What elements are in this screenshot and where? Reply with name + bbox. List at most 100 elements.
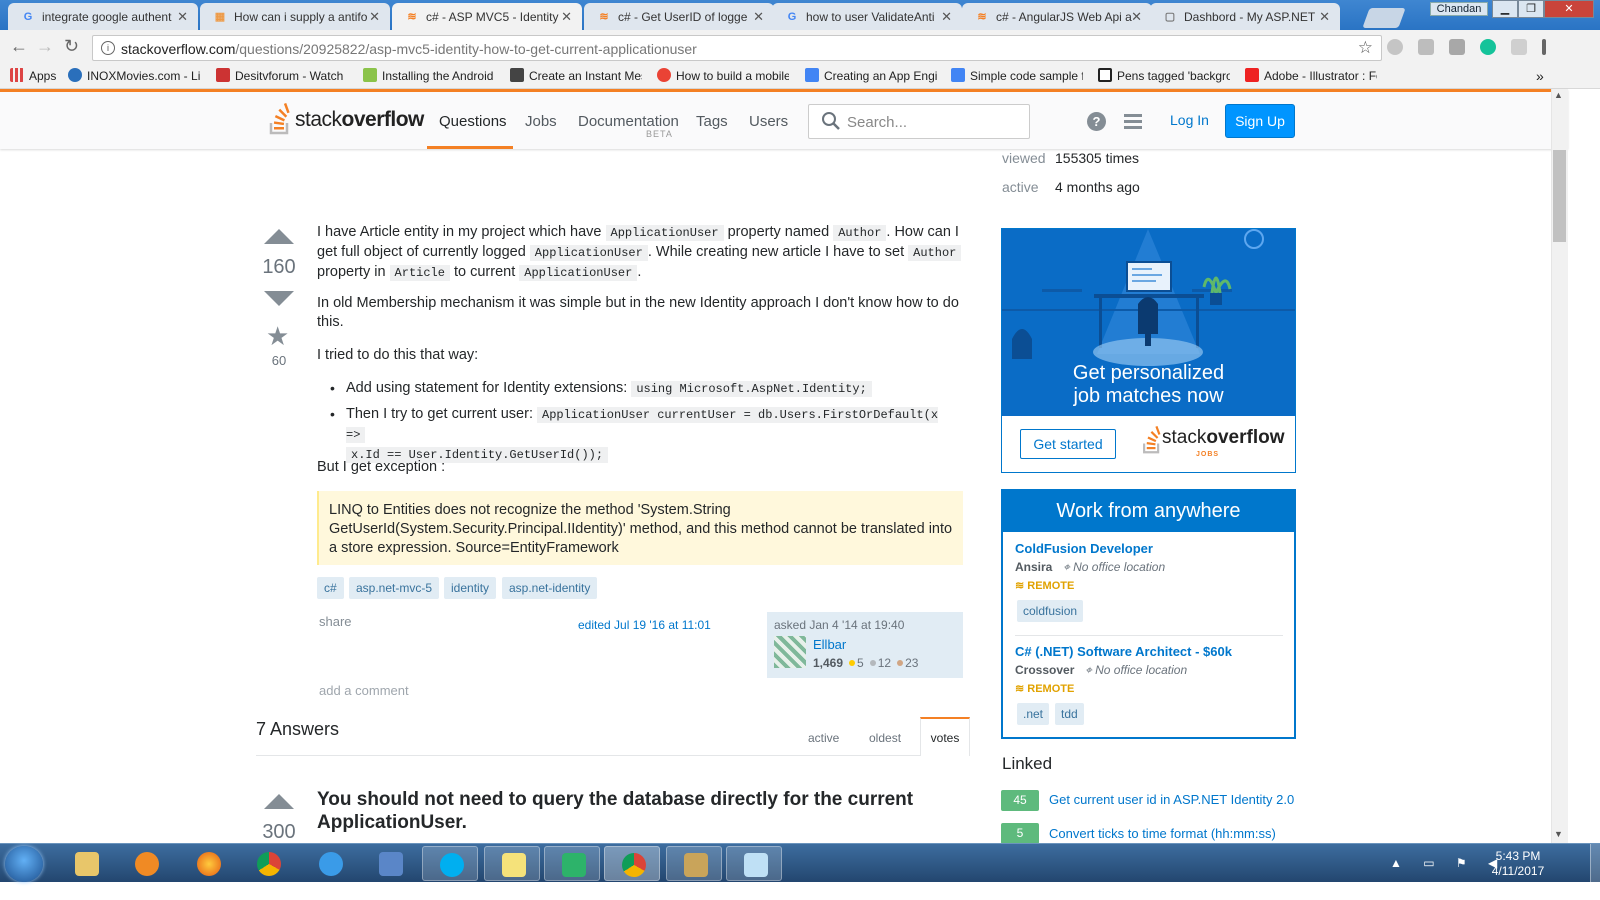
sort-tab-votes[interactable]: votes (920, 717, 970, 756)
profile-button[interactable]: Chandan (1430, 2, 1488, 16)
linked-question-link[interactable]: Get current user id in ASP.NET Identity … (1049, 792, 1294, 807)
site-info-icon[interactable]: i (101, 41, 115, 55)
downvote-icon[interactable] (264, 291, 294, 306)
avatar[interactable] (774, 636, 806, 668)
help-icon[interactable]: ? (1087, 112, 1106, 131)
taskbar-firefox[interactable] (180, 846, 236, 881)
extension-puzzle-icon[interactable] (1511, 39, 1527, 55)
taskbar-skype[interactable] (422, 846, 478, 881)
add-comment-link[interactable]: add a comment (319, 683, 409, 698)
bookmarks-overflow-icon[interactable]: » (1536, 68, 1544, 84)
nav-users[interactable]: Users (749, 113, 788, 130)
browser-tab[interactable]: ≋ c# - AngularJS Web Api a ✕ (962, 3, 1152, 30)
stackoverflow-logo-icon[interactable] (269, 103, 291, 135)
nav-jobs[interactable]: Jobs (525, 113, 557, 130)
upvote-icon[interactable] (264, 229, 294, 244)
linked-score[interactable]: 45 (1001, 790, 1039, 811)
job-title-link[interactable]: C# (.NET) Software Architect - $60k (1015, 644, 1232, 659)
browser-menu-icon[interactable] (1542, 39, 1546, 55)
bookmark-item[interactable]: Creating an App Engi (805, 68, 937, 83)
close-tab-icon[interactable]: ✕ (1131, 9, 1142, 25)
share-link[interactable]: share (319, 614, 352, 629)
taskbar-internet-explorer[interactable] (302, 846, 358, 881)
close-tab-icon[interactable]: ✕ (369, 9, 380, 25)
bookmark-star-icon[interactable]: ☆ (1358, 38, 1373, 58)
url-text[interactable]: stackoverflow.com/questions/20925822/asp… (121, 41, 697, 57)
bookmark-item[interactable]: Simple code sample fo (951, 68, 1083, 83)
browser-tab[interactable]: Gintegrate google authent ✕ (8, 3, 198, 30)
forward-icon[interactable]: → (36, 36, 54, 57)
reload-icon[interactable]: ↻ (64, 36, 79, 57)
scroll-up-icon[interactable]: ▲ (1554, 90, 1563, 100)
bookmark-item[interactable]: Adobe - Illustrator : Fo (1245, 68, 1377, 83)
nav-questions[interactable]: Questions (439, 113, 507, 130)
bookmark-item[interactable]: How to build a mobile (657, 68, 789, 83)
browser-tab[interactable]: ≋ c# - Get UserID of logge ✕ (584, 3, 774, 30)
job-tag[interactable]: .net (1017, 703, 1050, 725)
job-tag[interactable]: coldfusion (1017, 600, 1084, 622)
taskbar-remote-desktop[interactable] (362, 846, 418, 881)
taskbar-chrome[interactable] (240, 846, 296, 881)
tag-csharp[interactable]: c# (317, 577, 344, 599)
minimize-button[interactable]: ▁ (1492, 0, 1518, 18)
close-tab-icon[interactable]: ✕ (177, 9, 188, 25)
taskbar-chrome-active[interactable] (604, 846, 660, 881)
taskbar-explorer[interactable] (58, 846, 114, 881)
nav-tags[interactable]: Tags (696, 113, 728, 130)
extension-g-icon[interactable] (1418, 39, 1434, 55)
back-icon[interactable]: ← (10, 36, 28, 57)
tag-asp-net-mvc-5[interactable]: asp.net-mvc-5 (349, 577, 440, 599)
stackoverflow-wordmark[interactable]: stackoverflow (295, 108, 424, 132)
bookmark-item[interactable]: Create an Instant Mes (510, 68, 642, 83)
taskbar-notepad[interactable] (726, 846, 782, 881)
scroll-down-icon[interactable]: ▼ (1554, 829, 1563, 839)
browser-tab[interactable]: ▦ How can i supply a antifo ✕ (200, 3, 390, 30)
close-tab-icon[interactable]: ✕ (561, 9, 572, 25)
sort-tab-oldest[interactable]: oldest (869, 731, 901, 745)
extension-camera-icon[interactable] (1449, 39, 1465, 55)
job-tag[interactable]: tdd (1055, 703, 1084, 725)
extension-grammarly-icon[interactable] (1480, 39, 1496, 55)
bookmark-item[interactable]: Pens tagged 'backgro (1098, 68, 1230, 83)
linked-score[interactable]: 5 (1001, 823, 1039, 843)
site-switcher-icon[interactable] (1124, 114, 1142, 129)
close-tab-icon[interactable]: ✕ (1319, 9, 1330, 25)
taskbar-clock[interactable]: 5:43 PM 4/11/2017 (1482, 849, 1554, 879)
favorite-star-icon[interactable]: ★ (266, 321, 289, 352)
taskbar-visual-studio[interactable] (544, 846, 600, 881)
address-bar[interactable]: i stackoverflow.com/questions/20925822/a… (92, 35, 1382, 61)
get-started-button[interactable]: Get started (1020, 429, 1116, 459)
browser-tab[interactable]: Ghow to user ValidateAnti ✕ (772, 3, 962, 30)
edited-link[interactable]: edited Jul 19 '16 at 11:01 (578, 618, 711, 632)
bookmark-item[interactable]: Installing the Android (363, 68, 495, 83)
taskbar-snipping-tool[interactable] (666, 846, 722, 881)
nav-documentation[interactable]: Documentation (578, 113, 679, 130)
bookmark-item[interactable]: Desitvforum - Watch (216, 68, 344, 83)
close-tab-icon[interactable]: ✕ (941, 9, 952, 25)
login-link[interactable]: Log In (1170, 112, 1209, 128)
extension-globe-icon[interactable] (1387, 39, 1403, 55)
maximize-button[interactable]: ❐ (1518, 0, 1544, 18)
jobs-ad[interactable]: Get personalized job matches now Get star… (1001, 228, 1296, 473)
search-input[interactable]: Search... (808, 104, 1030, 139)
linked-question-link[interactable]: Convert ticks to time format (hh:mm:ss) (1049, 826, 1276, 841)
user-name-link[interactable]: Ellbar (813, 637, 846, 652)
browser-tab[interactable]: ▢ Dashbord - My ASP.NET ✕ (1150, 3, 1340, 30)
close-tab-icon[interactable]: ✕ (753, 9, 764, 25)
start-button[interactable] (5, 846, 43, 882)
taskbar-media-player[interactable] (118, 846, 174, 881)
window-close-button[interactable]: ✕ (1544, 0, 1594, 18)
sort-tab-active[interactable]: active (808, 731, 839, 745)
job-title-link[interactable]: ColdFusion Developer (1015, 541, 1153, 556)
bookmark-apps[interactable]: Apps (10, 68, 56, 83)
tag-identity[interactable]: identity (444, 577, 497, 599)
signup-button[interactable]: Sign Up (1225, 104, 1295, 138)
upvote-icon[interactable] (264, 794, 294, 809)
tag-asp-net-identity[interactable]: asp.net-identity (502, 577, 598, 599)
taskbar-sticky-notes[interactable] (484, 846, 540, 881)
new-tab-button[interactable] (1362, 8, 1406, 28)
browser-tab-active[interactable]: ≋ c# - ASP MVC5 - Identity ✕ (392, 3, 582, 30)
bookmark-item[interactable]: INOXMovies.com - Liv (68, 68, 200, 83)
show-desktop-button[interactable] (1590, 844, 1600, 883)
scrollbar-thumb[interactable] (1553, 150, 1566, 242)
